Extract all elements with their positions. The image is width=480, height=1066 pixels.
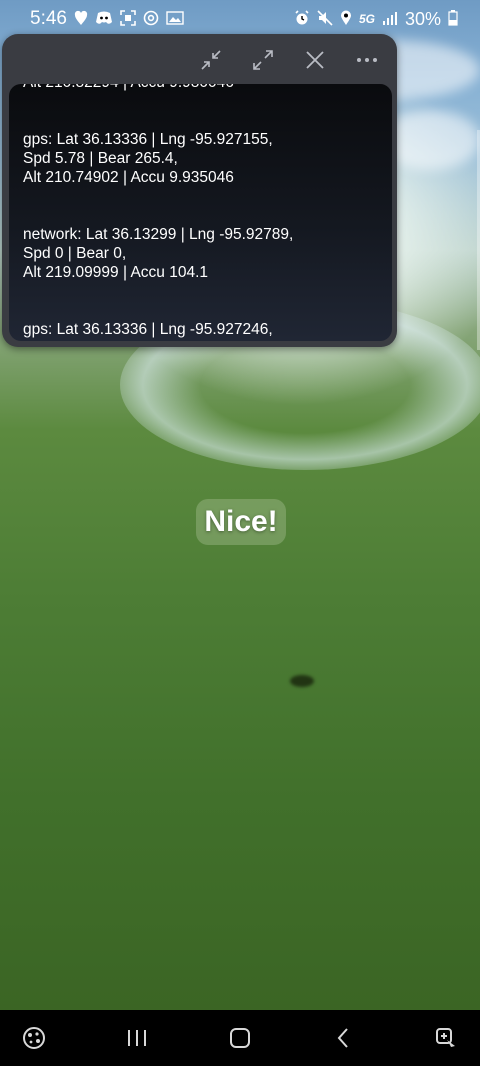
gallery-icon — [166, 11, 184, 27]
close-icon[interactable] — [303, 48, 327, 72]
location-log[interactable]: Alt 210.82294 | Accu 9.980046 gps: Lat 3… — [9, 84, 392, 341]
game-launcher-icon[interactable] — [16, 1020, 52, 1056]
home-icon[interactable] — [222, 1020, 258, 1056]
game-tools-icon[interactable] — [428, 1020, 464, 1056]
floating-log-window[interactable]: Alt 210.82294 | Accu 9.980046 gps: Lat 3… — [2, 34, 397, 347]
status-time: 5:46 — [30, 8, 67, 29]
signal-icon — [382, 11, 398, 27]
battery-icon — [448, 10, 458, 28]
battery-percent: 30% — [404, 8, 441, 29]
alarm-icon — [294, 10, 310, 28]
ball-shadow — [290, 675, 314, 687]
screenshot-icon — [120, 10, 136, 28]
navigation-bar — [0, 1010, 480, 1066]
location-heart-icon — [74, 10, 88, 28]
log-entry: gps: Lat 36.13336 | Lng -95.927246, — [23, 321, 273, 338]
window-controls — [199, 48, 379, 72]
minimize-icon[interactable] — [199, 48, 223, 72]
more-icon[interactable] — [355, 48, 379, 72]
throw-feedback: Nice! — [196, 499, 286, 545]
discord-icon — [95, 11, 113, 27]
back-icon[interactable] — [325, 1020, 361, 1056]
network-type: 5G — [358, 12, 375, 26]
recents-icon[interactable] — [119, 1020, 155, 1056]
location-icon — [340, 10, 352, 28]
mute-icon — [317, 10, 333, 28]
status-bar: 5:46 5G 30% — [0, 0, 480, 38]
log-entry: Alt 210.82294 | Accu 9.980046 — [23, 84, 386, 92]
log-entry: network: Lat 36.13299 | Lng -95.92789, S… — [23, 226, 294, 281]
log-entry: gps: Lat 36.13336 | Lng -95.927155, Spd … — [23, 131, 273, 186]
expand-icon[interactable] — [251, 48, 275, 72]
threads-icon — [143, 10, 159, 28]
